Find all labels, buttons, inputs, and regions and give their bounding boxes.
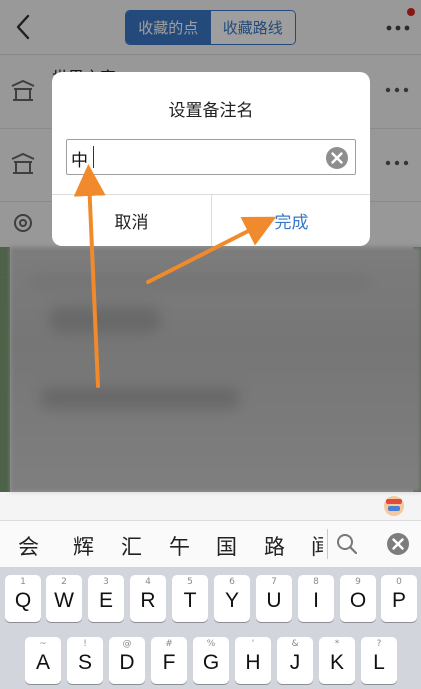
divider [327,529,328,559]
remark-name-input[interactable]: 中 [66,139,356,175]
key-d[interactable]: @ D [109,637,145,684]
text-caret [93,146,94,168]
candidate-word[interactable]: 汇 [121,531,142,561]
candidate-word[interactable]: 路 [264,531,285,561]
key-r[interactable]: 4R [130,575,166,622]
rename-dialog: 设置备注名 中 取消 完成 [52,72,370,246]
key-a[interactable]: ~ A [25,637,61,684]
key-l[interactable]: ? L [361,637,397,684]
key-f[interactable]: # F [151,637,187,684]
candidate-word[interactable]: 闻 [311,531,323,561]
dialog-title: 设置备注名 [168,101,254,121]
cancel-button[interactable]: 取消 [52,194,211,246]
key-w[interactable]: 2W [46,575,82,622]
key-i[interactable]: 8I [298,575,334,622]
keyboard: 1Q 2W 3E 4R 5T 6Y 7U 8I 9O 0P ~ A ! S @ D #… [0,567,421,689]
key-s[interactable]: ! S [67,637,103,684]
candidate-word[interactable]: 国 [216,531,237,561]
confirm-button[interactable]: 完成 [212,194,370,246]
key-j[interactable]: & J [277,637,313,684]
key-t[interactable]: 5T [172,575,208,622]
key-u[interactable]: 7U [256,575,292,622]
key-q[interactable]: 1Q [5,575,41,622]
key-k[interactable]: * K [319,637,355,684]
key-h[interactable]: ' H [235,637,271,684]
input-text: 中 [71,151,88,171]
key-y[interactable]: 6Y [214,575,250,622]
key-o[interactable]: 9O [340,575,376,622]
clear-input-icon[interactable] [325,146,349,170]
candidate-word[interactable]: 会 [18,531,39,561]
emoji-sticker-icon[interactable] [381,493,407,517]
key-e[interactable]: 3E [88,575,124,622]
search-icon[interactable] [334,531,360,557]
key-p[interactable]: 0P [381,575,417,622]
key-g[interactable]: % G [193,637,229,684]
candidate-word[interactable]: 辉 [73,531,94,561]
candidate-word[interactable]: 午 [169,531,190,561]
candidate-bar: 会 辉 汇 午 国 路 闻 [0,520,421,567]
close-candidates-icon[interactable] [385,531,411,557]
